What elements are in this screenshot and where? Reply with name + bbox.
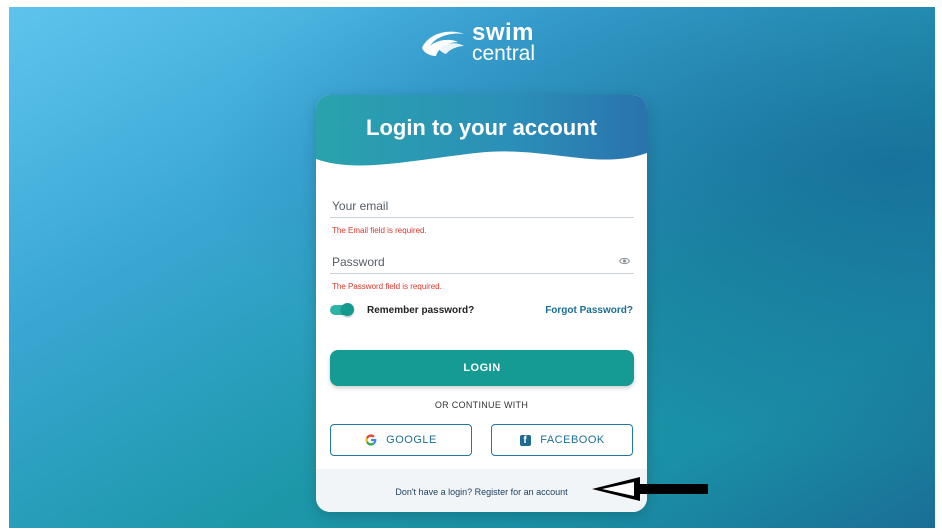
login-card: Login to your account Your email The Ema…	[316, 95, 647, 512]
arrow-left-icon	[592, 477, 708, 501]
email-label: Your email	[332, 199, 389, 213]
email-field[interactable]: Your email	[330, 195, 634, 218]
logo-text-swim: swim	[472, 18, 535, 46]
password-label: Password	[332, 255, 385, 269]
eye-icon[interactable]	[619, 257, 630, 265]
swim-central-logo-icon	[422, 31, 464, 56]
or-continue-with-text: OR CONTINUE WITH	[434, 400, 529, 410]
password-error: The Password field is required.	[332, 282, 442, 291]
login-button[interactable]: LOGIN	[330, 350, 634, 386]
google-login-button[interactable]: GOOGLE	[330, 424, 472, 456]
google-button-label: GOOGLE	[386, 434, 437, 446]
brand-logo: swim central	[418, 18, 536, 66]
facebook-login-button[interactable]: f FACEBOOK	[491, 424, 633, 456]
email-error: The Email field is required.	[332, 226, 427, 235]
toggle-knob	[341, 303, 354, 316]
remember-password-label: Remember password?	[367, 305, 475, 316]
card-header: Login to your account	[316, 95, 647, 177]
google-icon	[365, 434, 377, 446]
logo-text-central: central	[472, 42, 536, 66]
remember-password-toggle[interactable]	[330, 303, 354, 317]
facebook-button-label: FACEBOOK	[540, 434, 605, 446]
forgot-password-link[interactable]: Forgot Password?	[545, 305, 633, 316]
password-field[interactable]: Password	[330, 251, 634, 274]
page-title: Login to your account	[366, 115, 597, 140]
facebook-icon: f	[519, 434, 531, 446]
